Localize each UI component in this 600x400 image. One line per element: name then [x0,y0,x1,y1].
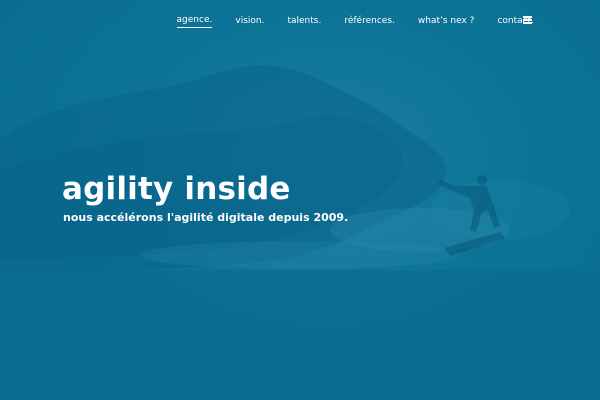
menu-icon-bar [523,19,532,21]
hero-subtitle: nous accélérons l'agilité digitale depui… [63,211,349,224]
hero-section: agence. vision. talents. références. wha… [0,0,600,400]
menu-icon-bar [523,22,532,24]
nav-item-whats-next[interactable]: what’s nex ? [418,16,475,28]
nav-item-references[interactable]: références. [344,16,395,28]
hamburger-menu-icon[interactable] [523,16,532,24]
nav-item-talents[interactable]: talents. [287,16,321,28]
nav-item-vision[interactable]: vision. [235,16,264,28]
menu-icon-bar [523,16,532,18]
hero-title: agility inside [62,171,291,207]
nav-item-agence[interactable]: agence. [176,15,213,28]
main-navigation: agence. vision. talents. références. wha… [154,15,534,28]
